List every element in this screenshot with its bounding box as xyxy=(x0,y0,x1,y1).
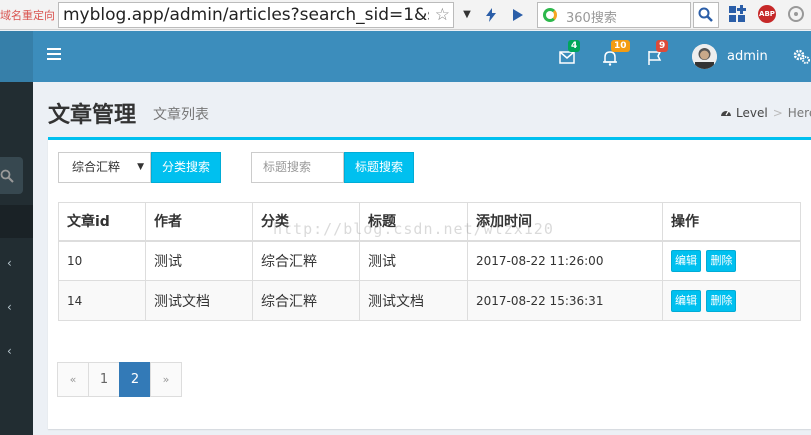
sidebar-active-item[interactable] xyxy=(0,205,33,238)
cell-title: 测试文档 xyxy=(359,280,468,321)
cell-author: 测试文档 xyxy=(145,280,253,321)
notifications-count-badge: 10 xyxy=(611,40,630,52)
category-select[interactable]: 综合汇粹 ▼ xyxy=(58,152,151,183)
sidebar: ‹ ‹ ‹ xyxy=(0,82,33,435)
breadcrumb-level[interactable]: Level xyxy=(736,106,768,120)
sidebar-toggle-icon[interactable] xyxy=(47,48,61,60)
flag-icon xyxy=(648,51,662,65)
sidebar-search-button[interactable] xyxy=(0,157,23,194)
redirect-label: 域名重定向 xyxy=(0,9,55,22)
chevron-left-icon[interactable]: ‹ xyxy=(7,344,12,358)
cell-id: 14 xyxy=(58,280,146,321)
column-header-id: 文章id xyxy=(58,202,146,242)
tasks-menu[interactable]: 9 xyxy=(647,40,669,66)
extension-icon[interactable] xyxy=(787,5,805,23)
top-navbar: 4 10 9 admin xyxy=(33,31,811,82)
page-subtitle: 文章列表 xyxy=(153,107,209,123)
pagination-next[interactable]: » xyxy=(150,362,182,397)
cell-time: 2017-08-22 15:36:31 xyxy=(467,280,663,321)
bell-icon xyxy=(603,51,617,66)
dashboard-icon xyxy=(721,110,731,116)
user-name[interactable]: admin xyxy=(727,49,768,64)
cell-time: 2017-08-22 11:26:00 xyxy=(467,240,663,281)
pagination-page-2[interactable]: 2 xyxy=(119,362,151,397)
chevron-left-icon[interactable]: ‹ xyxy=(7,300,12,314)
cell-id: 10 xyxy=(58,240,146,281)
adblock-plus-icon[interactable]: ABP xyxy=(758,5,776,23)
360-logo-icon xyxy=(543,8,557,22)
page-title: 文章管理 xyxy=(48,103,137,128)
category-search-button[interactable]: 分类搜索 xyxy=(151,152,221,183)
lightning-icon[interactable] xyxy=(480,4,502,26)
url-text[interactable]: myblog.app/admin/articles?search_sid=1&s… xyxy=(63,5,429,25)
chevron-left-icon[interactable]: ‹ xyxy=(7,256,12,270)
cell-category: 综合汇粹 xyxy=(252,240,360,281)
dropdown-arrow-icon[interactable]: ▼ xyxy=(456,4,478,26)
cell-title: 测试 xyxy=(359,240,468,281)
column-header-author: 作者 xyxy=(145,202,253,242)
notifications-menu[interactable]: 10 xyxy=(602,40,630,66)
search-icon[interactable] xyxy=(693,2,719,28)
apps-grid-icon[interactable] xyxy=(728,5,746,23)
browser-toolbar: 域名重定向 myblog.app/admin/articles?search_s… xyxy=(0,0,811,30)
column-header-title: 标题 xyxy=(359,202,468,242)
articles-table: 文章id 作者 分类 标题 添加时间 操作 10 测试 综合汇粹 测试 2017… xyxy=(58,202,801,321)
gears-icon[interactable] xyxy=(793,49,810,65)
pagination-prev[interactable]: « xyxy=(57,362,89,397)
title-search-input[interactable]: 标题搜索 xyxy=(251,152,344,183)
logo-area[interactable] xyxy=(0,31,33,82)
pagination-page-1[interactable]: 1 xyxy=(88,362,120,397)
play-icon[interactable] xyxy=(507,4,529,26)
table-header-row: 文章id 作者 分类 标题 添加时间 操作 xyxy=(58,202,801,242)
messages-menu[interactable]: 4 xyxy=(559,40,581,66)
breadcrumb-here: Here xyxy=(787,106,811,120)
table-row: 10 测试 综合汇粹 测试 2017-08-22 11:26:00 编辑 删除 xyxy=(58,240,801,281)
tasks-count-badge: 9 xyxy=(656,40,669,52)
column-header-category: 分类 xyxy=(252,202,360,242)
cell-actions: 编辑 删除 xyxy=(662,240,801,281)
cell-author: 测试 xyxy=(145,240,253,281)
address-bar[interactable]: myblog.app/admin/articles?search_sid=1&s… xyxy=(58,2,454,28)
browser-search-box[interactable]: 360搜索 xyxy=(537,2,691,28)
title-search-button[interactable]: 标题搜索 xyxy=(344,152,414,183)
column-header-time: 添加时间 xyxy=(467,202,663,242)
avatar[interactable] xyxy=(692,44,717,69)
bookmark-star-icon[interactable]: ☆ xyxy=(435,5,450,25)
edit-button[interactable]: 编辑 xyxy=(671,249,701,272)
browser-search-placeholder: 360搜索 xyxy=(566,11,617,26)
breadcrumb: Level>Here xyxy=(720,106,811,120)
column-header-actions: 操作 xyxy=(662,202,801,242)
category-select-value: 综合汇粹 xyxy=(72,160,121,174)
envelope-icon xyxy=(559,51,575,64)
table-row: 14 测试文档 综合汇粹 测试文档 2017-08-22 15:36:31 编辑… xyxy=(58,280,801,321)
edit-button[interactable]: 编辑 xyxy=(671,289,701,312)
cell-category: 综合汇粹 xyxy=(252,280,360,321)
delete-button[interactable]: 删除 xyxy=(706,249,737,272)
caret-down-icon: ▼ xyxy=(137,162,144,172)
delete-button[interactable]: 删除 xyxy=(706,289,737,312)
pagination: « 1 2 » xyxy=(57,362,182,397)
cell-actions: 编辑 删除 xyxy=(662,280,801,321)
search-icon xyxy=(0,169,14,183)
articles-box: 综合汇粹 ▼ 分类搜索 标题搜索 标题搜索 文章id 作者 分类 标题 添加时间… xyxy=(48,137,811,429)
messages-count-badge: 4 xyxy=(568,40,581,52)
